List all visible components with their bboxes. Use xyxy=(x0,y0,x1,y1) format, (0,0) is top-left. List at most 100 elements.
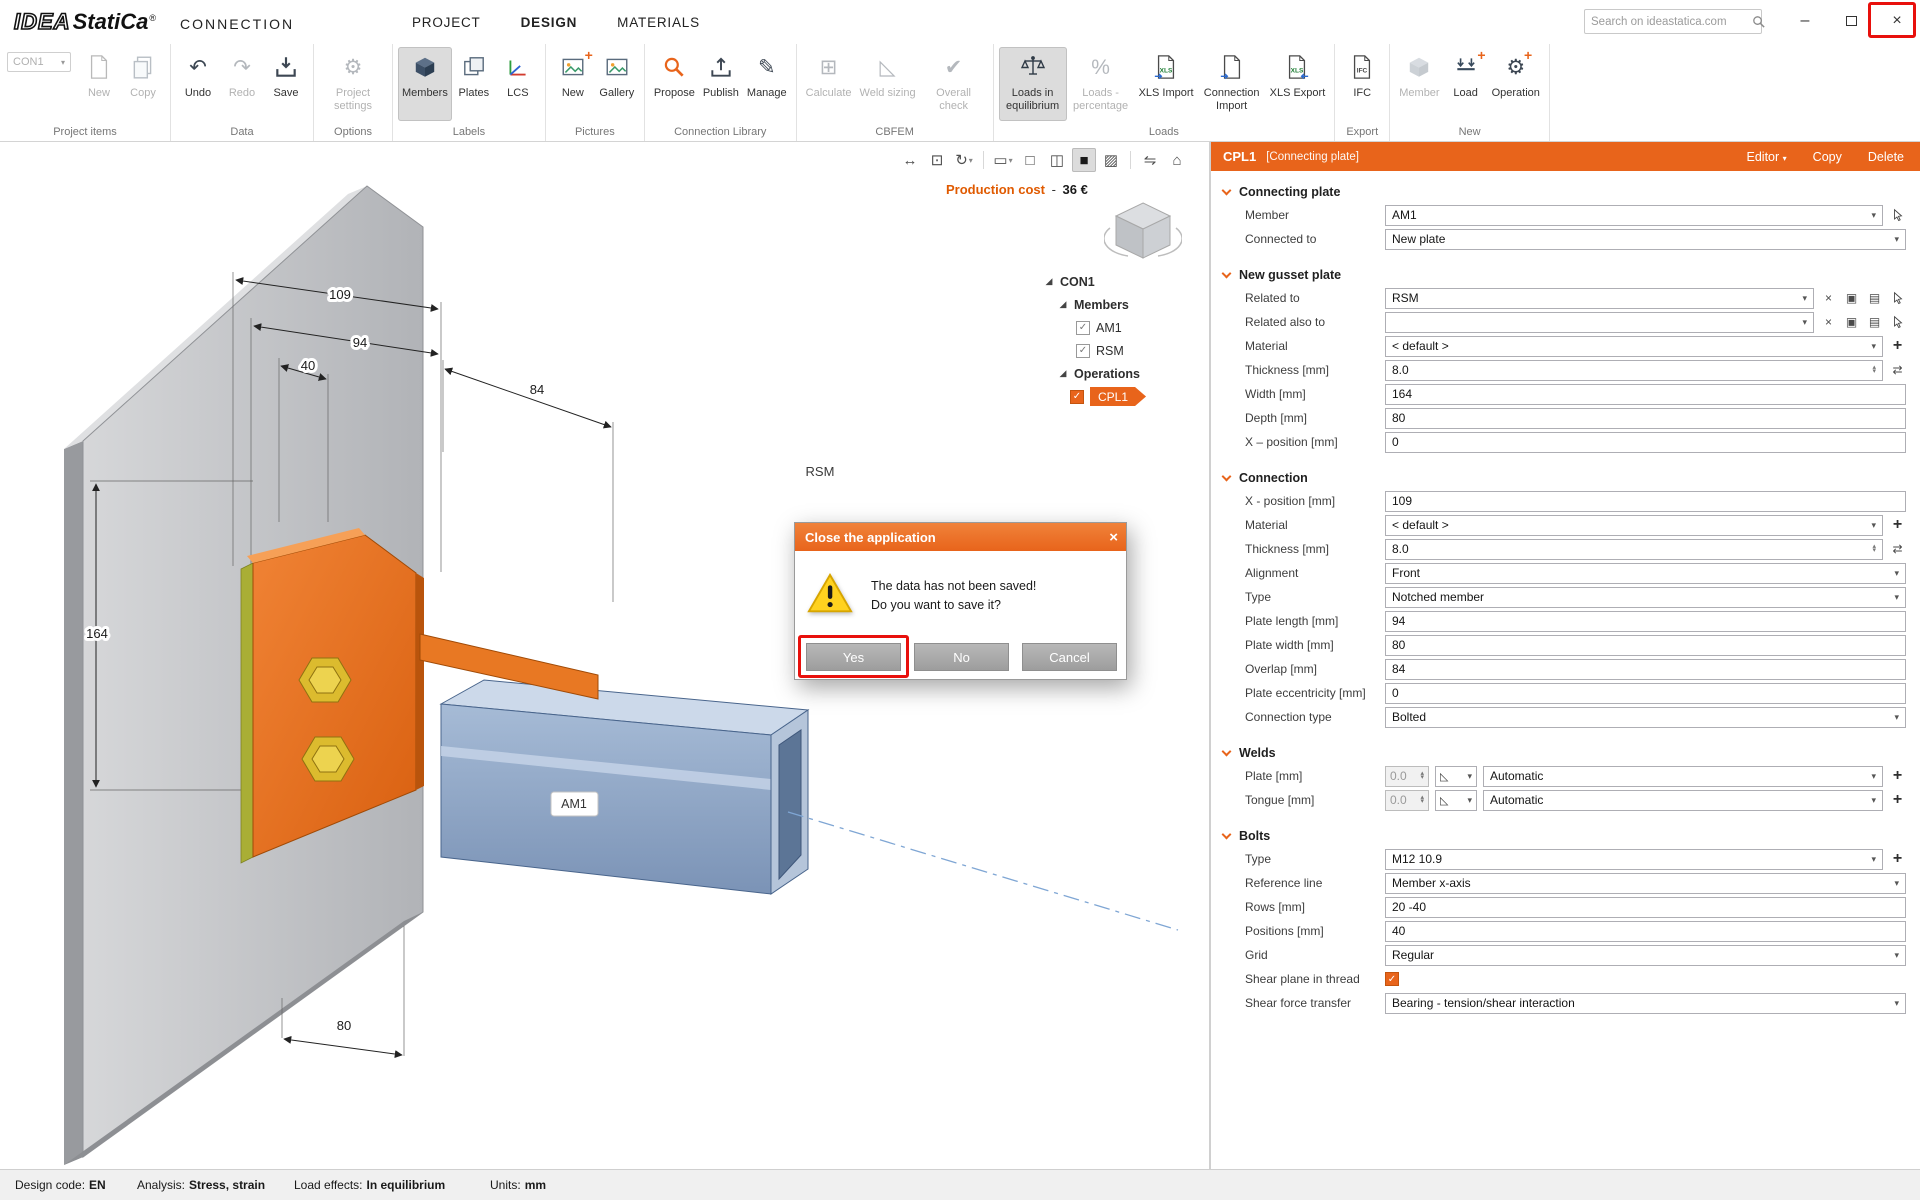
dialog-titlebar[interactable]: Close the application × xyxy=(795,523,1126,551)
tree-node-cpl1[interactable]: ✓ CPL1 xyxy=(1040,385,1208,408)
home-view-icon[interactable]: ⌂ xyxy=(1165,148,1189,172)
input-plate-length-mm[interactable]: 94 xyxy=(1385,611,1906,632)
input-thickness-mm[interactable]: 8.0▴▾ xyxy=(1385,539,1883,560)
input-rows-mm[interactable]: 20 -40 xyxy=(1385,897,1906,918)
remove-icon[interactable]: × xyxy=(1820,314,1837,331)
mirror-view-icon[interactable]: ⇋ xyxy=(1138,148,1162,172)
input-plate-eccentricity-mm[interactable]: 0 xyxy=(1385,683,1906,704)
minimize-button[interactable]: – xyxy=(1782,0,1828,42)
tree-node-am1[interactable]: ✓ AM1 xyxy=(1040,316,1208,339)
stepper-icons[interactable]: ▴▾ xyxy=(1420,772,1424,780)
no-button[interactable]: No xyxy=(914,643,1009,671)
input-width-mm[interactable]: 164 xyxy=(1385,384,1906,405)
select-member[interactable]: AM1▾ xyxy=(1385,205,1883,226)
select-reference-line[interactable]: Member x-axis▾ xyxy=(1385,873,1906,894)
cancel-button[interactable]: Cancel xyxy=(1022,643,1117,671)
weld-size-input[interactable]: 0.0▴▾ xyxy=(1385,790,1429,811)
ribbon-button-load[interactable]: +Load xyxy=(1444,47,1488,121)
checkbox-shear-plane-in-thread[interactable]: ✓ xyxy=(1385,972,1399,986)
ribbon-button-xls-import[interactable]: XLSXLS Import xyxy=(1135,47,1198,121)
ribbon-button-members[interactable]: Members xyxy=(398,47,452,121)
tab-materials[interactable]: MATERIALS xyxy=(617,15,700,30)
pick-icon[interactable] xyxy=(1889,207,1906,224)
maximize-button[interactable] xyxy=(1828,0,1874,42)
ribbon-button-manage[interactable]: ✎Manage xyxy=(743,47,791,121)
dialog-close-icon[interactable]: × xyxy=(1109,529,1118,546)
hidden-lines-cube-icon[interactable]: ◫ xyxy=(1045,148,1069,172)
input-x-position-mm[interactable]: 109 xyxy=(1385,491,1906,512)
select-connected-to[interactable]: New plate▾ xyxy=(1385,229,1906,250)
duplicate-icon[interactable]: ▣ xyxy=(1843,314,1860,331)
ribbon-button-xls-export[interactable]: XLSXLS Export xyxy=(1266,47,1330,121)
library-icon[interactable]: ▤ xyxy=(1866,290,1883,307)
select-material[interactable]: < default >▾ xyxy=(1385,515,1883,536)
stepper-icons[interactable]: ▴▾ xyxy=(1420,796,1424,804)
tree-expander-icon[interactable]: ◢ xyxy=(1058,368,1068,379)
plus-icon[interactable]: + xyxy=(1889,517,1906,534)
search-box[interactable] xyxy=(1584,9,1762,34)
tree-node-operations[interactable]: ◢ Operations xyxy=(1040,362,1208,385)
ribbon-button-gallery[interactable]: Gallery xyxy=(595,47,639,121)
tab-design[interactable]: DESIGN xyxy=(521,15,578,30)
tree-expander-icon[interactable]: ◢ xyxy=(1044,276,1054,287)
checkbox-checked-icon[interactable]: ✓ xyxy=(1076,344,1090,358)
ribbon-button-publish[interactable]: Publish xyxy=(699,47,743,121)
section-header-new-gusset-plate[interactable]: New gusset plate xyxy=(1211,264,1920,286)
navigation-cube[interactable] xyxy=(1104,198,1182,266)
ribbon-button-propose[interactable]: Propose xyxy=(650,47,699,121)
wireframe-cube-icon[interactable]: □ xyxy=(1018,148,1042,172)
close-button[interactable]: × xyxy=(1874,0,1920,42)
weld-size-input[interactable]: 0.0▴▾ xyxy=(1385,766,1429,787)
input-plate-width-mm[interactable]: 80 xyxy=(1385,635,1906,656)
select-type[interactable]: Notched member▾ xyxy=(1385,587,1906,608)
measure-icon[interactable]: ↔ xyxy=(898,148,922,172)
input-depth-mm[interactable]: 80 xyxy=(1385,408,1906,429)
section-header-bolts[interactable]: Bolts xyxy=(1211,825,1920,847)
ribbon-button-lcs[interactable]: LCS xyxy=(496,47,540,121)
stepper-icons[interactable]: ▴▾ xyxy=(1872,366,1876,374)
search-input[interactable] xyxy=(1585,16,1751,28)
transparent-cube-icon[interactable]: ▨ xyxy=(1099,148,1123,172)
plus-icon[interactable]: + xyxy=(1889,792,1906,809)
stepper-icons[interactable]: ▴▾ xyxy=(1872,545,1876,553)
ribbon-button-connection-import[interactable]: Connection Import xyxy=(1198,47,1266,121)
swap-icon[interactable]: ⇄ xyxy=(1889,362,1906,379)
weld-symbol-select[interactable]: ◺▾ xyxy=(1435,790,1477,811)
input-x-position-mm[interactable]: 0 xyxy=(1385,432,1906,453)
tree-node-rsm[interactable]: ✓ RSM xyxy=(1040,339,1208,362)
ribbon-button-undo[interactable]: ↶Undo xyxy=(176,47,220,121)
tab-project[interactable]: PROJECT xyxy=(412,15,481,30)
member-tube-3d[interactable] xyxy=(441,680,808,894)
ribbon-button-plates[interactable]: Plates xyxy=(452,47,496,121)
select-plate-mm[interactable]: Automatic▾ xyxy=(1483,766,1883,787)
editor-button[interactable]: Editor ▾ xyxy=(1747,150,1787,164)
ribbon-button-save[interactable]: Save xyxy=(264,47,308,121)
tree-expander-icon[interactable]: ◢ xyxy=(1058,299,1068,310)
select-grid[interactable]: Regular▾ xyxy=(1385,945,1906,966)
ribbon-button-ifc[interactable]: IFCIFC xyxy=(1340,47,1384,121)
plus-icon[interactable]: + xyxy=(1889,768,1906,785)
input-thickness-mm[interactable]: 8.0▴▾ xyxy=(1385,360,1883,381)
plus-icon[interactable]: + xyxy=(1889,338,1906,355)
duplicate-icon[interactable]: ▣ xyxy=(1843,290,1860,307)
select-alignment[interactable]: Front▾ xyxy=(1385,563,1906,584)
pick-icon[interactable] xyxy=(1889,290,1906,307)
ribbon-button-loads-in-equilibrium[interactable]: Loads in equilibrium xyxy=(999,47,1067,121)
solid-cube-icon[interactable]: ■ xyxy=(1072,148,1096,172)
checkbox-checked-icon[interactable]: ✓ xyxy=(1076,321,1090,335)
fit-view-icon[interactable]: ⊡ xyxy=(925,148,949,172)
tree-node-members[interactable]: ◢ Members xyxy=(1040,293,1208,316)
plus-icon[interactable]: + xyxy=(1889,851,1906,868)
tree-node-con1[interactable]: ◢ CON1 xyxy=(1040,270,1208,293)
pick-icon[interactable] xyxy=(1889,314,1906,331)
section-header-connecting-plate[interactable]: Connecting plate xyxy=(1211,181,1920,203)
weld-symbol-select[interactable]: ◺▾ xyxy=(1435,766,1477,787)
select-tongue-mm[interactable]: Automatic▾ xyxy=(1483,790,1883,811)
input-positions-mm[interactable]: 40 xyxy=(1385,921,1906,942)
input-overlap-mm[interactable]: 84 xyxy=(1385,659,1906,680)
ribbon-button-new[interactable]: +New xyxy=(551,47,595,121)
select-related-also-to[interactable]: ▾ xyxy=(1385,312,1814,333)
select-shear-force-transfer[interactable]: Bearing - tension/shear interaction▾ xyxy=(1385,993,1906,1014)
orbit-icon[interactable]: ↻▾ xyxy=(952,148,976,172)
zoom-window-icon[interactable]: ▭▾ xyxy=(991,148,1015,172)
